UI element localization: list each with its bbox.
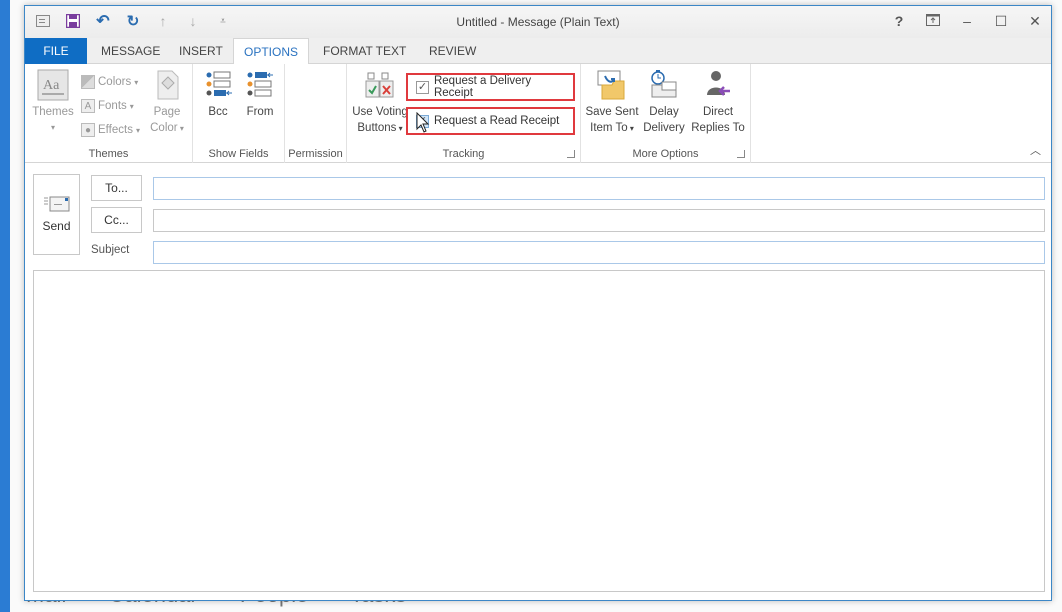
themes-group-label: Themes: [88, 148, 129, 160]
save-sent-item-icon: [596, 68, 628, 102]
themes-icon: Aa: [37, 68, 69, 102]
tracking-dialog-launcher-icon[interactable]: [567, 150, 575, 158]
from-icon: [244, 68, 276, 102]
effects-icon: ●: [81, 123, 95, 137]
tracking-group-label: Tracking: [442, 148, 485, 160]
cc-field[interactable]: [153, 209, 1045, 232]
ribbon-tabs: FILE MESSAGE INSERT OPTIONS FORMAT TEXT …: [25, 38, 1051, 65]
tab-insert[interactable]: INSERT: [169, 38, 233, 64]
close-icon[interactable]: ✕: [1027, 12, 1043, 30]
to-field[interactable]: [153, 177, 1045, 200]
mouse-pointer-icon: [416, 112, 430, 133]
page-color-icon: [151, 68, 183, 102]
subject-label: Subject: [91, 244, 130, 256]
more-options-dialog-launcher-icon[interactable]: [737, 150, 745, 158]
bcc-button[interactable]: Bcc: [203, 68, 233, 120]
collapse-ribbon-icon[interactable]: ︿: [1030, 142, 1041, 158]
message-body[interactable]: [33, 270, 1045, 592]
send-envelope-icon: [43, 195, 70, 213]
fonts-icon: A: [81, 99, 95, 113]
tab-file[interactable]: FILE: [25, 38, 87, 64]
ribbon: Aa Themes ▾ Colors ▾ A Fonts ▾ ● Effects ▾: [25, 64, 1051, 163]
request-delivery-receipt-checkbox[interactable]: ✓ Request a Delivery Receipt: [406, 73, 575, 101]
delay-delivery-icon: [648, 68, 680, 102]
minimize-icon[interactable]: –: [959, 12, 975, 30]
tab-options[interactable]: OPTIONS: [233, 38, 310, 65]
to-button[interactable]: To...: [91, 175, 142, 201]
colors-button[interactable]: Colors ▾: [81, 72, 138, 92]
themes-button[interactable]: Aa Themes ▾: [29, 68, 77, 136]
fonts-button[interactable]: A Fonts ▾: [81, 96, 134, 116]
tab-format-text[interactable]: FORMAT TEXT: [313, 38, 416, 64]
title-bar: ↶ ↻ ↑ ↓ ⩡ Untitled - Message (Plain Text…: [25, 6, 1051, 38]
direct-replies-icon: [702, 68, 734, 102]
show-fields-group-label: Show Fields: [208, 148, 269, 160]
bcc-icon: [203, 68, 235, 102]
save-sent-item-to-button[interactable]: Save Sent Item To ▾: [585, 68, 639, 137]
delay-delivery-button[interactable]: Delay Delivery: [641, 68, 687, 136]
permission-group: Permission: [285, 64, 347, 163]
permission-group-label: Permission: [288, 148, 343, 160]
message-window: ↶ ↻ ↑ ↓ ⩡ Untitled - Message (Plain Text…: [24, 5, 1052, 601]
themes-group: Aa Themes ▾ Colors ▾ A Fonts ▾ ● Effects ▾: [25, 64, 193, 163]
colors-icon: [81, 75, 95, 89]
more-options-group-label: More Options: [632, 148, 699, 160]
cc-button[interactable]: Cc...: [91, 207, 142, 233]
subject-field[interactable]: [153, 241, 1045, 264]
svg-text:Aa: Aa: [43, 78, 60, 93]
tab-review[interactable]: REVIEW: [419, 38, 486, 64]
delivery-receipt-check-icon: ✓: [416, 80, 429, 94]
background-taskbar-strip: [0, 0, 10, 612]
from-button[interactable]: From: [243, 68, 277, 120]
page-color-button[interactable]: Page Color ▾: [145, 68, 189, 137]
more-options-group: Save Sent Item To ▾ Delay Delivery Direc…: [581, 64, 751, 163]
tab-message[interactable]: MESSAGE: [91, 38, 170, 64]
use-voting-buttons-button[interactable]: Use Voting Buttons ▾: [349, 68, 411, 137]
direct-replies-to-button[interactable]: Direct Replies To: [689, 68, 747, 136]
tracking-group: Use Voting Buttons ▾ ✓ Request a Deliver…: [347, 64, 581, 163]
effects-button[interactable]: ● Effects ▾: [81, 120, 140, 140]
request-read-receipt-checkbox[interactable]: ✓ Request a Read Receipt: [406, 107, 575, 135]
window-controls: ? – ☐ ✕: [891, 12, 1043, 30]
show-fields-group: Bcc From Show Fields: [193, 64, 285, 163]
help-icon[interactable]: ?: [891, 12, 907, 30]
ribbon-display-options-icon[interactable]: [925, 12, 941, 30]
send-button[interactable]: Send: [33, 174, 80, 255]
maximize-icon[interactable]: ☐: [993, 12, 1009, 30]
voting-buttons-icon: [364, 68, 396, 102]
